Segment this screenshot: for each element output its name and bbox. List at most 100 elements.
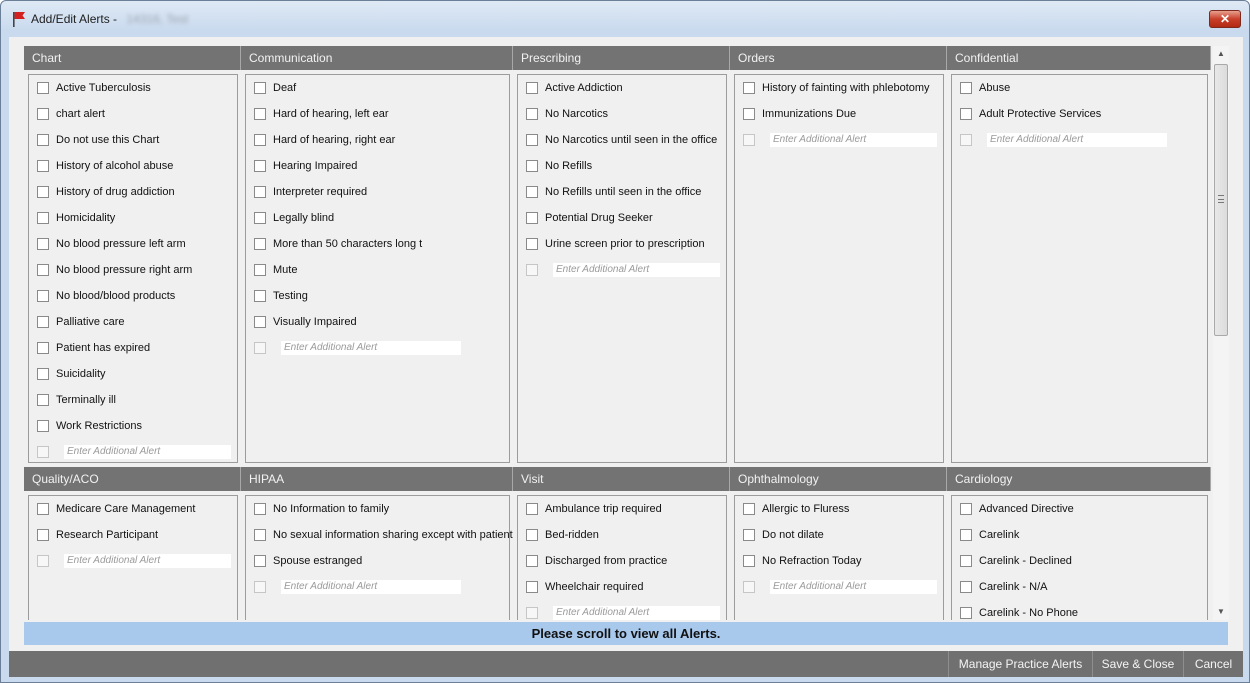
checkbox[interactable]: [37, 503, 49, 515]
checkbox[interactable]: [254, 186, 266, 198]
title-bar[interactable]: Add/Edit Alerts - 14316, Test ✕: [1, 1, 1249, 37]
checkbox[interactable]: [37, 160, 49, 172]
alert-label: Deaf: [273, 82, 297, 94]
additional-alert-input[interactable]: Enter Additional Alert: [281, 341, 461, 355]
additional-alert-input[interactable]: Enter Additional Alert: [553, 606, 720, 620]
alert-label: Do not use this Chart: [56, 134, 160, 146]
checkbox[interactable]: [254, 316, 266, 328]
checkbox[interactable]: [743, 82, 755, 94]
scroll-down-arrow-icon[interactable]: ▼: [1213, 604, 1229, 620]
additional-alert-input[interactable]: Enter Additional Alert: [281, 580, 461, 594]
checkbox[interactable]: [37, 394, 49, 406]
alert-section-panel: No Information to family No sexual inform…: [245, 495, 513, 620]
alert-section-panel: Deaf Hard of hearing, left ear Hard of hea…: [245, 74, 510, 463]
additional-alert-input[interactable]: Enter Additional Alert: [987, 133, 1167, 147]
manage-practice-alerts-button[interactable]: Manage Practice Alerts: [948, 651, 1092, 677]
checkbox[interactable]: [526, 503, 538, 515]
checkbox[interactable]: [37, 316, 49, 328]
vertical-scrollbar[interactable]: ▲ ▼: [1213, 46, 1229, 620]
alert-label: Patient has expired: [56, 342, 151, 354]
checkbox[interactable]: [526, 186, 538, 198]
section-header: Chart: [24, 46, 241, 70]
checkbox[interactable]: [37, 134, 49, 146]
alert-label: Terminally ill: [56, 394, 116, 406]
checkbox[interactable]: [960, 529, 972, 541]
alert-label: Research Participant: [56, 529, 159, 541]
alert-label: Carelink - No Phone: [979, 607, 1079, 619]
checkbox[interactable]: [960, 607, 972, 619]
checkbox[interactable]: [37, 264, 49, 276]
window-title: Add/Edit Alerts - 14316, Test: [31, 12, 188, 26]
checkbox[interactable]: [254, 134, 266, 146]
checkbox[interactable]: [960, 503, 972, 515]
additional-alert-input[interactable]: Enter Additional Alert: [770, 580, 937, 594]
alert-label: Potential Drug Seeker: [545, 212, 653, 224]
checkbox[interactable]: [743, 503, 755, 515]
checkbox[interactable]: [526, 238, 538, 250]
additional-alert-input[interactable]: Enter Additional Alert: [770, 133, 937, 147]
checkbox[interactable]: [37, 290, 49, 302]
alert-label: Interpreter required: [273, 186, 368, 198]
checkbox[interactable]: [526, 529, 538, 541]
checkbox[interactable]: [960, 581, 972, 593]
checkbox[interactable]: [743, 108, 755, 120]
checkbox[interactable]: [526, 134, 538, 146]
checkbox[interactable]: [254, 160, 266, 172]
dialog-body: Chart Communication Prescribing Orders Confi…: [9, 37, 1243, 677]
alert-label: Active Addiction: [545, 82, 623, 94]
additional-alert-input[interactable]: Enter Additional Alert: [553, 263, 720, 277]
checkbox[interactable]: [254, 503, 266, 515]
cancel-button[interactable]: Cancel: [1183, 651, 1243, 677]
checkbox[interactable]: [254, 82, 266, 94]
checkbox[interactable]: [254, 238, 266, 250]
checkbox[interactable]: [37, 342, 49, 354]
checkbox[interactable]: [254, 290, 266, 302]
checkbox[interactable]: [37, 82, 49, 94]
checkbox[interactable]: [526, 108, 538, 120]
alert-label: No blood/blood products: [56, 290, 176, 302]
checkbox[interactable]: [960, 108, 972, 120]
checkbox[interactable]: [37, 212, 49, 224]
checkbox[interactable]: [254, 108, 266, 120]
checkbox[interactable]: [743, 529, 755, 541]
checkbox[interactable]: [960, 82, 972, 94]
checkbox[interactable]: [37, 368, 49, 380]
save-close-button[interactable]: Save & Close: [1092, 651, 1183, 677]
scrollbar-thumb[interactable]: [1214, 64, 1228, 336]
alert-label: Immunizations Due: [762, 108, 857, 120]
checkbox[interactable]: [526, 555, 538, 567]
checkbox[interactable]: [743, 555, 755, 567]
checkbox[interactable]: [526, 82, 538, 94]
section-header: Cardiology: [947, 467, 1211, 491]
alert-label: Active Tuberculosis: [56, 82, 151, 94]
alert-label: Allergic to Fluress: [762, 503, 850, 515]
checkbox[interactable]: [254, 212, 266, 224]
checkbox-disabled: [960, 134, 972, 146]
alert-label: Homicidality: [56, 212, 116, 224]
checkbox[interactable]: [254, 264, 266, 276]
grip-icon: [1218, 195, 1224, 203]
section-header: HIPAA: [241, 467, 513, 491]
alert-section-panel: Ambulance trip required Bed-ridden Dischar…: [517, 495, 727, 620]
alert-label: chart alert: [56, 108, 105, 120]
checkbox[interactable]: [37, 529, 49, 541]
checkbox[interactable]: [37, 420, 49, 432]
checkbox[interactable]: [37, 186, 49, 198]
additional-alert-input[interactable]: Enter Additional Alert: [64, 445, 231, 459]
checkbox[interactable]: [526, 160, 538, 172]
alerts-grid: Chart Communication Prescribing Orders Confi…: [24, 46, 1211, 620]
section-header: Visit: [513, 467, 730, 491]
checkbox[interactable]: [526, 581, 538, 593]
checkbox[interactable]: [37, 238, 49, 250]
checkbox[interactable]: [960, 555, 972, 567]
checkbox-disabled: [743, 134, 755, 146]
alert-label: History of fainting with phlebotomy: [762, 82, 930, 94]
checkbox[interactable]: [254, 555, 266, 567]
close-button[interactable]: ✕: [1209, 10, 1241, 28]
checkbox[interactable]: [526, 212, 538, 224]
alert-label: Abuse: [979, 82, 1011, 94]
additional-alert-input[interactable]: Enter Additional Alert: [64, 554, 231, 568]
checkbox[interactable]: [254, 529, 266, 541]
scroll-up-arrow-icon[interactable]: ▲: [1213, 46, 1229, 62]
checkbox[interactable]: [37, 108, 49, 120]
